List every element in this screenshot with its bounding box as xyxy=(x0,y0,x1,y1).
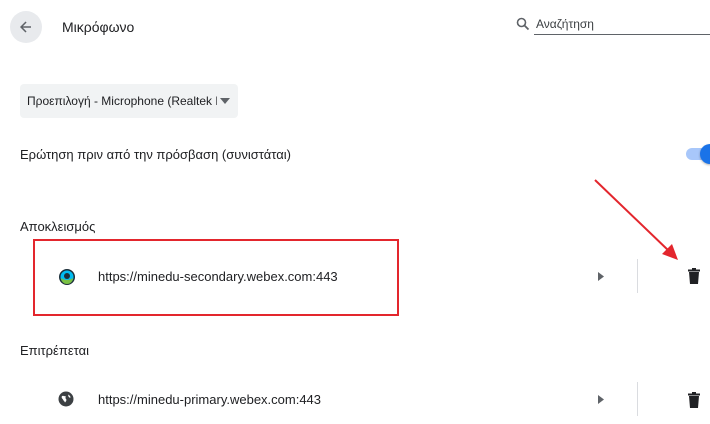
blocked-section-heading: Αποκλεισμός xyxy=(20,219,96,234)
back-button[interactable] xyxy=(10,11,42,43)
triangle-right-icon[interactable] xyxy=(598,395,604,404)
allowed-site-row[interactable]: https://minedu-primary.webex.com:443 xyxy=(20,376,710,424)
site-url: https://minedu-primary.webex.com:443 xyxy=(98,392,322,407)
page-title: Μικρόφωνο xyxy=(62,19,135,35)
trash-icon xyxy=(688,268,700,284)
annotation-highlight-box xyxy=(33,239,399,316)
ask-before-access-toggle[interactable] xyxy=(682,144,710,164)
search-icon xyxy=(516,17,530,31)
row-divider xyxy=(637,382,638,416)
delete-button[interactable] xyxy=(682,264,706,288)
toggle-knob xyxy=(700,144,710,164)
trash-icon xyxy=(688,392,700,408)
triangle-right-icon[interactable] xyxy=(598,272,604,281)
caret-down-icon xyxy=(220,98,230,104)
annotation-arrow xyxy=(594,179,678,260)
row-divider xyxy=(637,259,638,293)
microphone-device-select[interactable]: Προεπιλογή - Microphone (Realtek High De… xyxy=(20,84,238,118)
allowed-section-heading: Επιτρέπεται xyxy=(20,343,89,358)
delete-button[interactable] xyxy=(682,388,706,412)
ask-before-access-label: Ερώτηση πριν από την πρόσβαση (συνιστάτα… xyxy=(20,147,291,162)
arrow-left-icon xyxy=(20,21,31,33)
device-select-value: Προεπιλογή - Microphone (Realtek High De… xyxy=(27,94,217,108)
globe-icon xyxy=(58,391,74,407)
search-input[interactable] xyxy=(534,14,710,35)
